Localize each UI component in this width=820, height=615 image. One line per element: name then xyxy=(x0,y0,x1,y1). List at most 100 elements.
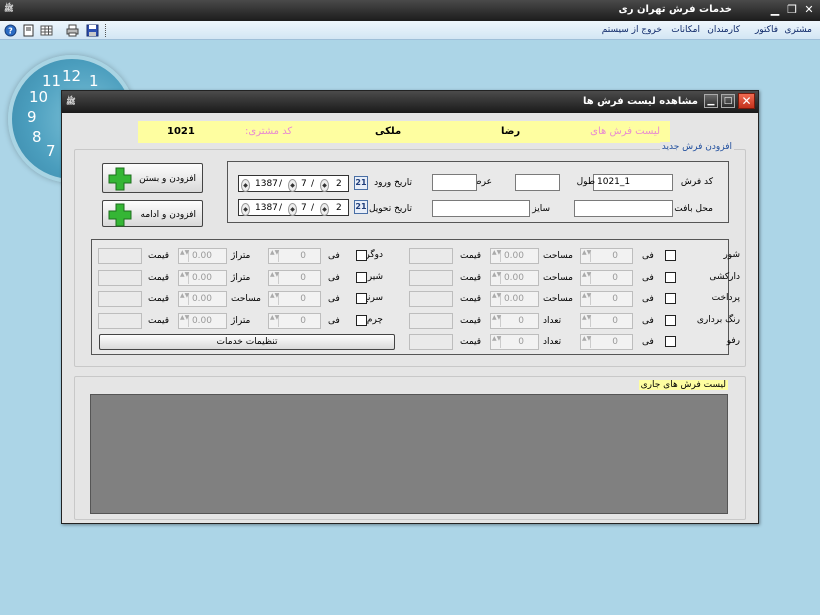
spin-icon[interactable]: ▲▼ xyxy=(582,314,591,327)
service-checkbox-r-2[interactable] xyxy=(665,293,676,304)
service-checkbox-l-0[interactable] xyxy=(356,250,367,261)
clock-number: 12 xyxy=(62,67,82,85)
menu-exit[interactable]: خروج از سیستم xyxy=(602,25,662,35)
quantity-stepper-l-0[interactable]: ▲▼ 0.00 xyxy=(178,248,227,264)
new-carpet-legend: افزودن فرش جدید xyxy=(659,142,734,152)
service-checkbox-r-1[interactable] xyxy=(665,271,676,283)
current-carpets-legend: لیست فرش های جاری xyxy=(638,380,728,390)
spin-icon[interactable]: ▲▼ xyxy=(492,293,501,305)
print-icon[interactable] xyxy=(66,24,79,37)
dialog-minimize-icon[interactable]: ▁ xyxy=(704,94,718,108)
entry-day: 2 xyxy=(336,179,342,189)
quantity-stepper-r-3[interactable]: ▲▼ 0 xyxy=(490,312,539,329)
spin-icon[interactable]: ▲▼ xyxy=(180,314,189,327)
spin-icon[interactable]: ◆ xyxy=(320,203,329,216)
menu-employees[interactable]: کارمندان xyxy=(707,25,740,35)
spin-icon[interactable]: ▲▼ xyxy=(582,293,591,305)
spin-icon[interactable]: ▲▼ xyxy=(492,336,501,348)
grid-icon[interactable] xyxy=(40,24,53,37)
code-field[interactable]: 1021_1 xyxy=(593,174,673,191)
spin-icon[interactable]: ▲▼ xyxy=(582,250,591,262)
spin-icon[interactable]: ▲▼ xyxy=(492,250,501,262)
fee-stepper-r-2[interactable]: ▲▼ 0 xyxy=(580,291,633,307)
service-checkbox-l-2[interactable] xyxy=(356,293,367,304)
spin-icon[interactable]: ▲▼ xyxy=(270,314,279,327)
spin-icon[interactable]: ▲▼ xyxy=(582,271,591,284)
restore-icon[interactable]: ❐ xyxy=(785,3,799,17)
fee-stepper-r-0-value: 0 xyxy=(612,251,618,261)
weave-place-label: محل بافت xyxy=(674,204,713,214)
spin-icon[interactable]: ▲▼ xyxy=(492,314,501,327)
quantity-stepper-r-2[interactable]: ▲▼ 0.00 xyxy=(490,291,539,307)
spin-icon[interactable]: ▲▼ xyxy=(270,271,279,284)
length-field[interactable] xyxy=(515,174,560,191)
quantity-stepper-l-0-value: 0.00 xyxy=(191,251,212,261)
service-checkbox-r-3[interactable] xyxy=(665,314,676,326)
add-and-continue-button[interactable]: افزودن و ادامه xyxy=(102,200,203,227)
spin-icon[interactable]: ▲▼ xyxy=(180,293,189,305)
dialog-close-button[interactable]: ✕ xyxy=(738,93,755,109)
width-field[interactable] xyxy=(432,174,477,191)
save-icon[interactable] xyxy=(86,24,99,37)
entry-date-picker[interactable]: ◆ 1387 / ◆ 7 / ◆ 2 xyxy=(238,175,349,192)
clock-number: 8 xyxy=(32,128,42,146)
delivery-date-picker[interactable]: ◆ 1387 / ◆ 7 / ◆ 2 xyxy=(238,199,349,216)
fee-stepper-l-0[interactable]: ▲▼ 0 xyxy=(268,248,321,264)
quantity-stepper-l-2[interactable]: ▲▼ 0.00 xyxy=(178,291,227,307)
main-title-bar: ﷺ خدمات فرش تهران ری ▁ ❐ ✕ xyxy=(0,0,820,21)
service-checkbox-l-1[interactable] xyxy=(356,271,367,283)
fee-stepper-r-4[interactable]: ▲▼ 0 xyxy=(580,334,633,350)
quantity-label: تعداد xyxy=(543,315,562,326)
list-label: لیست فرش های xyxy=(590,126,660,137)
service-checkbox-l-3[interactable] xyxy=(356,314,367,326)
help-icon[interactable]: ? xyxy=(4,24,17,37)
service-name-r-0: شور xyxy=(723,250,740,260)
current-carpets-list[interactable] xyxy=(90,394,728,514)
entry-calendar-icon[interactable]: 21 xyxy=(354,176,368,190)
fee-stepper-l-3[interactable]: ▲▼ 0 xyxy=(268,312,321,329)
fee-stepper-r-3[interactable]: ▲▼ 0 xyxy=(580,312,633,329)
close-icon[interactable]: ✕ xyxy=(802,3,816,17)
quantity-stepper-l-3[interactable]: ▲▼ 0.00 xyxy=(178,312,227,329)
delivery-calendar-icon[interactable]: 21 xyxy=(354,200,368,214)
spin-icon[interactable]: ◆ xyxy=(241,179,250,192)
fee-stepper-r-1[interactable]: ▲▼ 0 xyxy=(580,269,633,286)
fee-stepper-r-3-value: 0 xyxy=(612,315,618,326)
spin-icon[interactable]: ◆ xyxy=(288,179,297,192)
page-icon[interactable] xyxy=(22,24,35,37)
fee-stepper-r-0[interactable]: ▲▼ 0 xyxy=(580,248,633,264)
dialog-logo: ﷺ xyxy=(66,97,76,106)
menu-invoice[interactable]: فاکتور xyxy=(755,25,778,35)
minimize-icon[interactable]: ▁ xyxy=(768,3,782,17)
price-field-r-0 xyxy=(409,248,453,264)
spin-icon[interactable]: ◆ xyxy=(241,203,250,216)
spin-icon[interactable]: ▲▼ xyxy=(582,336,591,348)
service-checkbox-r-4[interactable] xyxy=(665,336,676,347)
fee-stepper-l-1[interactable]: ▲▼ 0 xyxy=(268,269,321,286)
price-field-l-0 xyxy=(98,248,142,264)
menu-customer[interactable]: مشتری xyxy=(784,25,812,35)
entry-date-label: تاریخ ورود xyxy=(374,178,412,188)
delivery-month: 7 xyxy=(301,203,307,213)
service-checkbox-r-0[interactable] xyxy=(665,250,676,261)
service-settings-button[interactable]: تنظیمات خدمات xyxy=(99,334,395,350)
fee-label: فی xyxy=(642,294,654,304)
spin-icon[interactable]: ◆ xyxy=(320,179,329,192)
dialog-maximize-icon[interactable]: □ xyxy=(721,94,735,108)
spin-icon[interactable]: ◆ xyxy=(288,203,297,216)
size-field[interactable] xyxy=(432,200,530,217)
quantity-stepper-r-4[interactable]: ▲▼ 0 xyxy=(490,334,539,350)
spin-icon[interactable]: ▲▼ xyxy=(492,271,501,284)
menu-facilities[interactable]: امکانات xyxy=(671,25,700,35)
add-and-close-button[interactable]: افزودن و بستن xyxy=(102,163,203,193)
quantity-stepper-r-1[interactable]: ▲▼ 0.00 xyxy=(490,269,539,286)
spin-icon[interactable]: ▲▼ xyxy=(270,250,279,262)
weave-place-field[interactable] xyxy=(574,200,673,217)
quantity-stepper-r-0[interactable]: ▲▼ 0.00 xyxy=(490,248,539,264)
spin-icon[interactable]: ▲▼ xyxy=(180,250,189,262)
quantity-stepper-l-1[interactable]: ▲▼ 0.00 xyxy=(178,269,227,286)
price-field-r-3 xyxy=(409,312,453,329)
spin-icon[interactable]: ▲▼ xyxy=(270,293,279,305)
spin-icon[interactable]: ▲▼ xyxy=(180,271,189,284)
fee-stepper-l-2[interactable]: ▲▼ 0 xyxy=(268,291,321,307)
